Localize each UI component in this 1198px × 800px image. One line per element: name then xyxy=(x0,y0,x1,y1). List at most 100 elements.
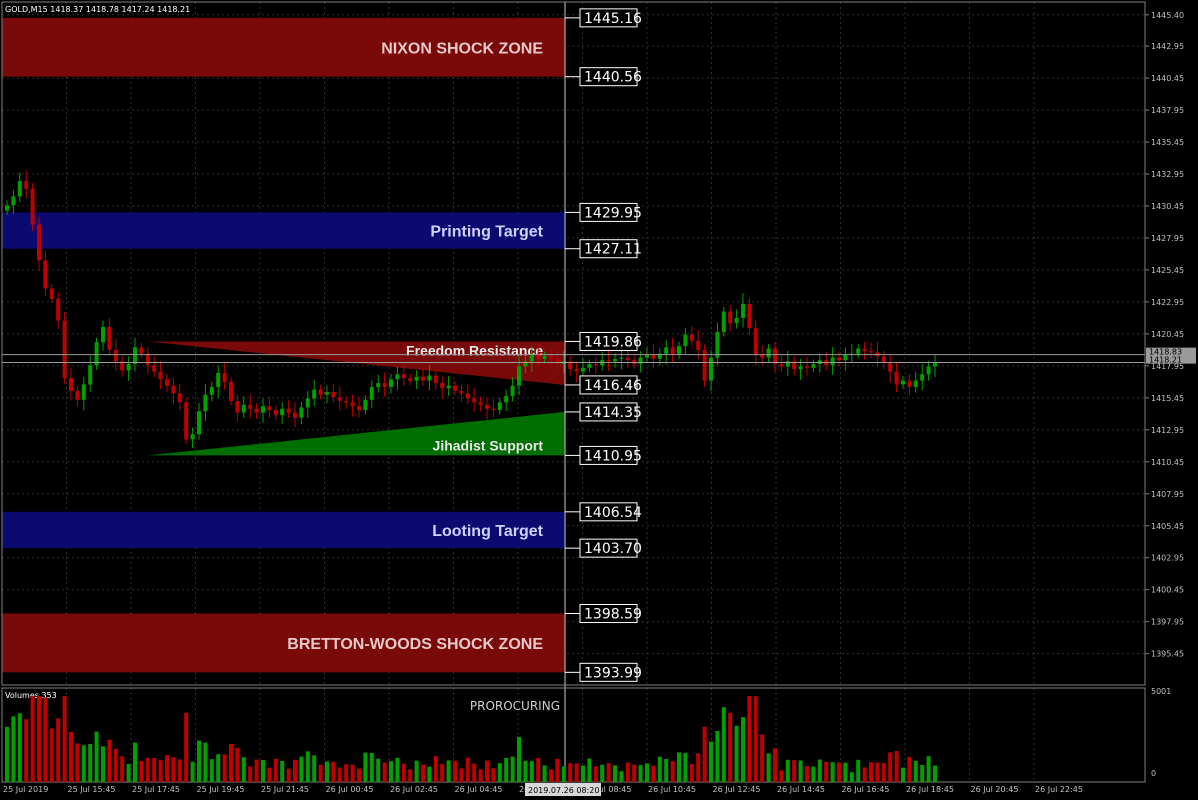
candle-body xyxy=(152,365,157,372)
time-axis-label: 25 Jul 21:45 xyxy=(261,785,309,794)
candle-body xyxy=(88,365,93,385)
time-axis-label: 26 Jul 22:45 xyxy=(1035,785,1083,794)
time-axis-label: 26 Jul 02:45 xyxy=(390,785,438,794)
candle-body xyxy=(312,389,317,399)
candle-body xyxy=(888,362,893,372)
jihadist-support-label: Jihadist Support xyxy=(433,437,544,453)
candle-body xyxy=(350,402,355,407)
volume-bar xyxy=(318,764,323,782)
volume-bar xyxy=(478,769,483,782)
volume-bar xyxy=(549,769,553,782)
candle-body xyxy=(414,376,419,381)
candle-body xyxy=(126,363,131,371)
price-tag-value: 1440.56 xyxy=(584,70,642,86)
volume-bar xyxy=(933,765,937,782)
candle-body xyxy=(24,181,29,189)
candle-body xyxy=(5,205,9,211)
volume-bar xyxy=(606,763,611,782)
candle-body xyxy=(766,348,771,358)
volume-bar xyxy=(94,731,99,782)
candle-body xyxy=(907,380,912,387)
candle-body xyxy=(37,224,41,261)
price-axis-label: 1445.40 xyxy=(1151,11,1184,20)
volume-bar xyxy=(113,748,118,782)
price-tag-value: 1414.35 xyxy=(584,405,642,421)
candle-body xyxy=(401,374,406,379)
volume-bar xyxy=(101,746,105,782)
volume-bar xyxy=(619,771,624,782)
volume-bar xyxy=(926,756,931,782)
volume-bar xyxy=(56,718,61,782)
volume-bar xyxy=(395,757,400,782)
candle-body xyxy=(753,328,758,356)
volume-bar xyxy=(139,761,144,782)
volume-bar xyxy=(504,758,509,782)
candle-body xyxy=(280,408,285,416)
volume-bar xyxy=(81,745,86,782)
candle-body xyxy=(497,402,502,411)
volume-bar xyxy=(485,760,489,782)
price-axis-label: 1395.45 xyxy=(1151,650,1184,659)
candle-body xyxy=(593,363,598,366)
candle-body xyxy=(862,348,867,352)
candle-body xyxy=(856,348,861,354)
volume-bar xyxy=(881,763,886,782)
volume-bar xyxy=(216,754,221,782)
candle-body xyxy=(81,384,86,400)
candle-body xyxy=(395,374,400,380)
volume-bar xyxy=(696,753,701,782)
volume-scale-min: 0 xyxy=(1151,769,1156,778)
price-axis: 1445.40 1442.95 1440.45 1437.95 1435.45 1432.… xyxy=(1145,11,1184,659)
looting-target-label: Looting Target xyxy=(432,523,543,540)
candle-body xyxy=(145,353,150,366)
candle-body xyxy=(747,303,752,329)
candle-body xyxy=(933,362,937,367)
price-chart[interactable]: NIXON SHOCK ZONE Printing Target Looting T… xyxy=(0,0,1198,800)
volume-bar xyxy=(670,761,675,782)
volume-bar xyxy=(491,768,496,782)
volume-bar xyxy=(24,719,29,782)
volume-bar xyxy=(126,764,131,782)
volume-bar xyxy=(747,696,752,782)
volume-bar xyxy=(165,755,169,782)
volume-bar xyxy=(497,763,502,782)
price-tag-value: 1403.70 xyxy=(584,541,642,557)
candle-body xyxy=(632,360,637,364)
freedom-resistance-label: Freedom Resistance xyxy=(406,342,543,358)
candle-body xyxy=(542,356,547,359)
candle-body xyxy=(267,406,272,411)
price-axis-label: 1415.45 xyxy=(1151,394,1184,403)
volume-bar xyxy=(408,769,413,782)
price-axis-label: 1427.95 xyxy=(1151,234,1184,243)
volume-bar xyxy=(350,764,355,782)
candle-body xyxy=(165,379,169,386)
candle-body xyxy=(830,357,835,366)
volume-bar xyxy=(62,696,67,782)
volume-bar xyxy=(433,756,438,782)
volume-bar xyxy=(440,763,445,782)
volume-bar xyxy=(869,762,873,782)
candle-body xyxy=(382,383,387,387)
candle-body xyxy=(69,378,73,391)
candle-body xyxy=(337,397,342,402)
volume-bar xyxy=(555,758,560,782)
symbol-info: GOLD,M15 1418.37 1418.78 1417.24 1418.21 xyxy=(5,5,190,14)
candle-body xyxy=(446,385,451,389)
candle-body xyxy=(689,334,694,341)
time-axis-label: 26 Jul 20:45 xyxy=(971,785,1019,794)
price-axis-label: 1430.45 xyxy=(1151,202,1184,211)
volume-bar xyxy=(523,760,528,782)
volume-bar xyxy=(574,763,579,782)
candle-body xyxy=(581,367,585,372)
volume-bar xyxy=(171,757,176,782)
current-price-labels: 1418.831418.21 xyxy=(1146,347,1196,365)
price-axis-label: 1397.95 xyxy=(1151,618,1184,627)
volume-bar xyxy=(331,761,336,782)
candle-body xyxy=(798,366,803,370)
volume-bar xyxy=(664,759,669,782)
time-axis-label: 25 Jul 19:45 xyxy=(197,785,245,794)
candle-body xyxy=(709,357,713,381)
candle-body xyxy=(158,371,163,380)
candle-body xyxy=(472,398,477,403)
candle-body xyxy=(101,326,105,343)
